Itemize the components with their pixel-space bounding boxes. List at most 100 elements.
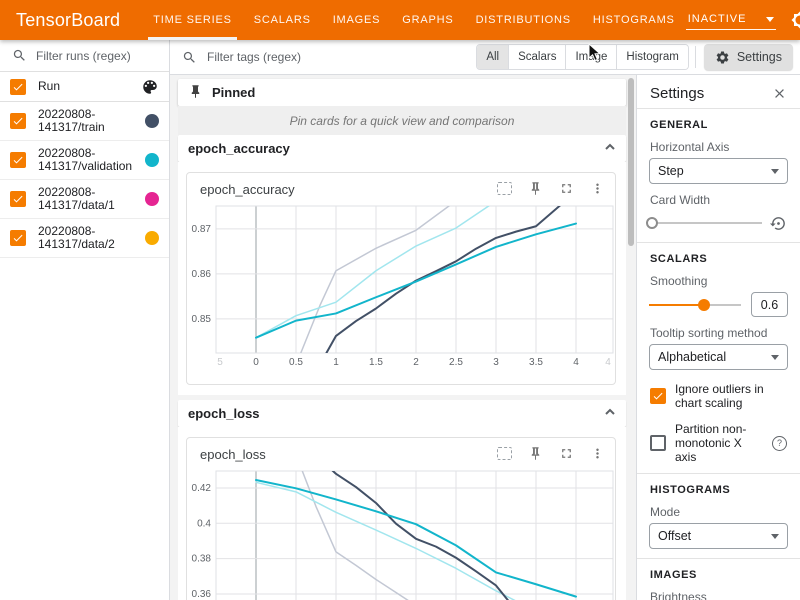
kebab-menu-icon — [590, 181, 605, 196]
tab-distributions[interactable]: DISTRIBUTIONS — [465, 0, 582, 40]
select-all-runs-checkbox[interactable] — [10, 79, 26, 95]
run-checkbox[interactable] — [10, 152, 26, 168]
fit-domain-button[interactable] — [496, 445, 512, 461]
run-status-select[interactable]: INACTIVE — [686, 10, 776, 30]
svg-text:4: 4 — [573, 357, 579, 367]
chevron-up-icon[interactable] — [604, 406, 616, 421]
brightness-icon — [791, 11, 800, 29]
fit-domain-icon — [497, 182, 512, 195]
tensorboard-app: TensorBoard TIME SERIES SCALARS IMAGES G… — [0, 0, 800, 600]
section-header-epoch-accuracy[interactable]: epoch_accuracy — [178, 135, 626, 162]
fullscreen-button[interactable] — [558, 180, 574, 196]
close-settings-button[interactable] — [772, 86, 787, 101]
tab-histograms[interactable]: HISTOGRAMS — [582, 0, 686, 40]
epoch-loss-chart[interactable]: 0.420.40.380.36 — [189, 466, 615, 600]
svg-text:2.5: 2.5 — [449, 357, 463, 367]
pin-card-button[interactable] — [527, 180, 543, 196]
filter-scalars-button[interactable]: Scalars — [508, 45, 565, 69]
section-body-epoch-accuracy: epoch_accuracy 0.850.860.8700.511.522.53… — [178, 162, 626, 395]
run-label-line1: 20220808- — [38, 185, 95, 199]
filter-runs-field[interactable]: Filter runs (regex) — [0, 40, 169, 72]
chevron-up-icon[interactable] — [604, 141, 616, 156]
svg-text:1.5: 1.5 — [369, 357, 383, 367]
run-checkbox[interactable] — [10, 230, 26, 246]
settings-button[interactable]: Settings — [704, 44, 793, 70]
run-color-dot[interactable] — [145, 153, 159, 167]
smoothing-slider[interactable] — [649, 295, 741, 315]
card-width-reset-button[interactable] — [770, 215, 788, 232]
smoothing-value-input[interactable]: 0.6 — [751, 292, 788, 317]
card-actions — [496, 445, 605, 461]
tab-time-series[interactable]: TIME SERIES — [142, 0, 242, 40]
partition-x-label: Partition non-monotonic X axis — [675, 422, 763, 464]
run-row-validation[interactable]: 20220808-141317/validation — [0, 141, 169, 180]
run-row-data1[interactable]: 20220808-141317/data/1 — [0, 180, 169, 219]
tooltip-sorting-label: Tooltip sorting method — [650, 326, 787, 340]
run-status-value: INACTIVE — [688, 13, 747, 25]
search-icon — [12, 48, 27, 63]
filter-all-button[interactable]: All — [477, 45, 508, 69]
tab-images[interactable]: IMAGES — [322, 0, 392, 40]
tooltip-sorting-select[interactable]: Alphabetical — [649, 344, 788, 370]
runs-header-label: Run — [38, 80, 141, 93]
run-color-dot[interactable] — [145, 231, 159, 245]
filter-tags-field[interactable]: Filter tags (regex) — [170, 50, 476, 65]
section-title: epoch_accuracy — [188, 141, 290, 156]
tab-scalars[interactable]: SCALARS — [243, 0, 322, 40]
run-checkbox[interactable] — [10, 191, 26, 207]
pinned-section-header: Pinned — [178, 79, 626, 106]
epoch-accuracy-chart[interactable]: 0.850.860.8700.511.522.533.5454 — [189, 201, 615, 367]
fullscreen-icon — [559, 181, 574, 196]
svg-text:3.5: 3.5 — [529, 357, 543, 367]
divider — [637, 558, 800, 559]
divider — [637, 108, 800, 109]
slider-knob[interactable] — [646, 217, 658, 229]
divider — [637, 473, 800, 474]
section-body-epoch-loss: epoch_loss 0.420.40.380.36 — [178, 427, 626, 600]
chevron-down-icon — [771, 534, 779, 539]
fullscreen-button[interactable] — [558, 445, 574, 461]
main-scrollbar-thumb[interactable] — [628, 78, 634, 246]
slider-knob[interactable] — [698, 299, 710, 311]
card-width-slider[interactable] — [649, 213, 762, 233]
histogram-mode-select[interactable]: Offset — [649, 523, 788, 549]
horizontal-axis-label: Horizontal Axis — [650, 140, 787, 154]
section-header-epoch-loss[interactable]: epoch_loss — [178, 400, 626, 427]
run-checkbox[interactable] — [10, 113, 26, 129]
run-row-data2[interactable]: 20220808-141317/data/2 — [0, 219, 169, 258]
more-options-button[interactable] — [589, 445, 605, 461]
palette-icon[interactable] — [141, 78, 159, 96]
fit-domain-button[interactable] — [496, 180, 512, 196]
filter-histogram-button[interactable]: Histogram — [616, 45, 687, 69]
tab-graphs[interactable]: GRAPHS — [391, 0, 464, 40]
gear-icon — [715, 50, 730, 65]
help-icon[interactable]: ? — [772, 436, 787, 451]
chevron-down-icon — [771, 169, 779, 174]
mouse-cursor — [588, 43, 602, 63]
settings-panel-title: Settings — [650, 85, 704, 102]
general-heading: GENERAL — [650, 119, 787, 131]
chevron-down-icon — [771, 355, 779, 360]
svg-text:0.86: 0.86 — [192, 269, 212, 280]
settings-button-label: Settings — [737, 50, 782, 64]
histograms-heading: HISTOGRAMS — [650, 484, 787, 496]
pin-icon — [528, 181, 543, 196]
run-color-dot[interactable] — [145, 114, 159, 128]
brightness-label: Brightness — [650, 590, 787, 600]
pinned-empty-hint: Pin cards for a quick view and compariso… — [178, 106, 626, 136]
svg-text:0: 0 — [253, 357, 259, 367]
ignore-outliers-checkbox[interactable] — [650, 388, 666, 404]
pin-card-button[interactable] — [527, 445, 543, 461]
partition-x-checkbox[interactable] — [650, 435, 666, 451]
dark-mode-toggle-button[interactable] — [790, 10, 800, 30]
images-heading: IMAGES — [650, 569, 787, 581]
svg-text:0.85: 0.85 — [192, 314, 212, 325]
more-options-button[interactable] — [589, 180, 605, 196]
section-title: epoch_loss — [188, 406, 260, 421]
ignore-outliers-label: Ignore outliers in chart scaling — [675, 382, 787, 410]
run-row-train[interactable]: 20220808-141317/train — [0, 102, 169, 141]
run-color-dot[interactable] — [145, 192, 159, 206]
horizontal-axis-select[interactable]: Step — [649, 158, 788, 184]
runs-header-row: Run — [0, 72, 169, 102]
svg-text:2: 2 — [413, 357, 419, 367]
